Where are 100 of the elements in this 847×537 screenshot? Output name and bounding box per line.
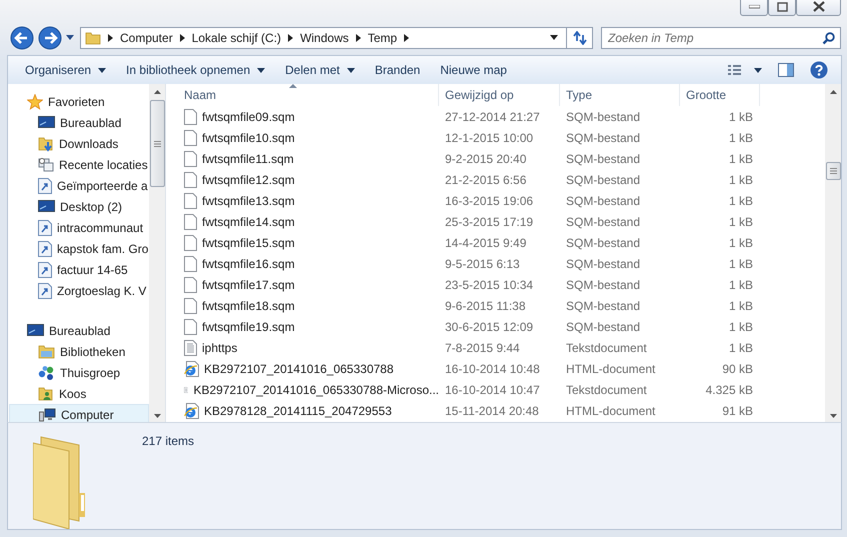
- column-header[interactable]: Naam: [170, 84, 439, 106]
- navigation-item[interactable]: Bibliotheken: [9, 341, 149, 362]
- browser-file-icon: [184, 402, 199, 419]
- toolbar-button[interactable]: Organiseren: [16, 59, 116, 82]
- minimize-icon: [748, 4, 760, 8]
- navigation-item-label: Recente locaties: [59, 158, 148, 172]
- shortcut-icon: [38, 220, 52, 236]
- file-size: 91 kB: [722, 404, 753, 418]
- maximize-button[interactable]: [768, 0, 796, 16]
- recent-pages-caret-icon[interactable]: [66, 35, 74, 40]
- homegroup-icon: [38, 364, 55, 381]
- scroll-down-icon[interactable]: [154, 414, 160, 418]
- dropdown-caret-icon[interactable]: [550, 35, 558, 40]
- column-header[interactable]: Grootte: [680, 84, 760, 106]
- file-type: SQM-bestand: [566, 110, 640, 124]
- breadcrumb[interactable]: Temp: [368, 30, 398, 45]
- toolbar-button[interactable]: Nieuwe map: [431, 59, 516, 82]
- file-name[interactable]: fwtsqmfile13.sqm: [202, 194, 295, 208]
- chevron-icon[interactable]: [180, 34, 185, 42]
- column-header[interactable]: Type: [560, 84, 680, 106]
- navigation-group[interactable]: Bureaublad: [8, 320, 149, 342]
- toolbar-button[interactable]: Branden: [366, 59, 430, 82]
- chevron-icon[interactable]: [356, 34, 361, 42]
- file-icon: [184, 298, 197, 314]
- navigation-item[interactable]: factuur 14-65: [9, 259, 149, 280]
- file-name[interactable]: iphttps: [202, 340, 238, 355]
- navigation-item[interactable]: Koos: [9, 383, 149, 404]
- back-button[interactable]: [9, 24, 35, 51]
- modified-date: 14-4-2015 9:49: [445, 236, 526, 250]
- file-size: 1 kB: [728, 278, 753, 292]
- chevron-icon[interactable]: [288, 34, 294, 42]
- navigation-item-label: Desktop (2): [60, 200, 122, 214]
- breadcrumb[interactable]: Lokale schijf (C:): [192, 30, 282, 45]
- chevron-icon[interactable]: [108, 34, 113, 42]
- file-type: SQM-bestand: [566, 278, 640, 292]
- monitor-icon: [27, 324, 44, 338]
- navigation-item[interactable]: kapstok fam. Gro: [9, 238, 149, 260]
- breadcrumb[interactable]: Computer: [120, 30, 173, 45]
- file-name[interactable]: fwtsqmfile17.sqm: [202, 278, 295, 292]
- file-name[interactable]: fwtsqmfile10.sqm: [202, 130, 295, 145]
- monitor-icon: [38, 200, 55, 214]
- scroll-down-icon[interactable]: [830, 414, 836, 418]
- file-name[interactable]: fwtsqmfile19.sqm: [202, 320, 295, 334]
- minimize-button[interactable]: [740, 0, 768, 16]
- modified-date: 16-10-2014 10:47: [445, 382, 540, 397]
- forward-button[interactable]: [37, 24, 63, 51]
- file-type: SQM-bestand: [566, 194, 640, 208]
- toolbar-button[interactable]: In bibliotheek opnemen: [117, 59, 274, 82]
- file-name[interactable]: KB2978128_20141115_204729553: [204, 404, 392, 418]
- navigation-group[interactable]: Favorieten: [8, 91, 149, 112]
- view-options-icon: [728, 64, 762, 76]
- file-name[interactable]: fwtsqmfile15.sqm: [202, 236, 295, 250]
- grip-icon: [154, 140, 160, 147]
- scrollbar-thumb[interactable]: [826, 162, 840, 180]
- navigation-item[interactable]: Zorgtoeslag K. V: [9, 280, 149, 302]
- scrollbar[interactable]: [825, 84, 841, 422]
- file-name[interactable]: fwtsqmfile11.sqm: [202, 152, 294, 166]
- navigation-item[interactable]: Thuisgroep: [9, 362, 149, 384]
- file-name[interactable]: KB2972107_20141016_065330788-Microso...: [193, 382, 439, 397]
- file-size: 1 kB: [728, 236, 753, 250]
- file-icon: [184, 130, 197, 146]
- navigation-item[interactable]: intracommunaut: [9, 217, 149, 238]
- file-name[interactable]: KB2972107_20141016_065330788: [204, 362, 394, 376]
- breadcrumb[interactable]: Windows: [300, 30, 349, 45]
- address-bar[interactable]: Computer Lokale schijf (C:) Windows Temp: [80, 26, 567, 49]
- chevron-icon[interactable]: [404, 34, 410, 42]
- toolbar-button[interactable]: Delen met: [276, 59, 364, 82]
- file-type: SQM-bestand: [566, 130, 640, 145]
- scroll-up-icon[interactable]: [830, 90, 836, 94]
- navigation-item[interactable]: Desktop (2): [9, 196, 149, 218]
- file-name[interactable]: fwtsqmfile18.sqm: [202, 298, 295, 313]
- close-button[interactable]: [796, 0, 841, 16]
- file-icon: [184, 108, 197, 125]
- scrollbar-thumb[interactable]: [150, 100, 164, 188]
- grip-icon: [830, 168, 836, 174]
- navigation-item-label: Downloads: [59, 136, 118, 151]
- column-header[interactable]: Gewijzigd op: [439, 84, 560, 106]
- search-field[interactable]: Zoeken in Temp: [601, 26, 841, 49]
- shortcut-icon: [38, 282, 52, 299]
- file-type: SQM-bestand: [566, 152, 640, 166]
- file-name[interactable]: fwtsqmfile12.sqm: [202, 172, 295, 187]
- navigation-item[interactable]: Recente locaties: [9, 154, 149, 176]
- refresh-icon: [572, 30, 588, 45]
- scroll-up-icon[interactable]: [154, 90, 160, 94]
- file-size: 1 kB: [728, 256, 753, 271]
- navigation-item-label: Geïmporteerde a: [57, 178, 148, 193]
- user-folder-icon: [38, 386, 54, 402]
- refresh-button[interactable]: [567, 26, 593, 49]
- navigation-item-label: Bureaublad: [60, 116, 122, 130]
- browser-file-icon: [184, 360, 199, 377]
- shortcut-icon: [38, 178, 52, 194]
- file-name[interactable]: fwtsqmfile14.sqm: [202, 214, 295, 229]
- navigation-item[interactable]: Downloads: [9, 133, 149, 154]
- navigation-item[interactable]: Bureaublad: [9, 112, 149, 134]
- navigation-item[interactable]: Computer: [9, 404, 149, 422]
- modified-date: 30-6-2015 12:09: [445, 320, 534, 334]
- file-name[interactable]: fwtsqmfile09.sqm: [202, 110, 295, 124]
- navigation-item[interactable]: Geïmporteerde a: [9, 175, 149, 196]
- file-name[interactable]: fwtsqmfile16.sqm: [202, 256, 295, 271]
- scrollbar[interactable]: [149, 84, 165, 422]
